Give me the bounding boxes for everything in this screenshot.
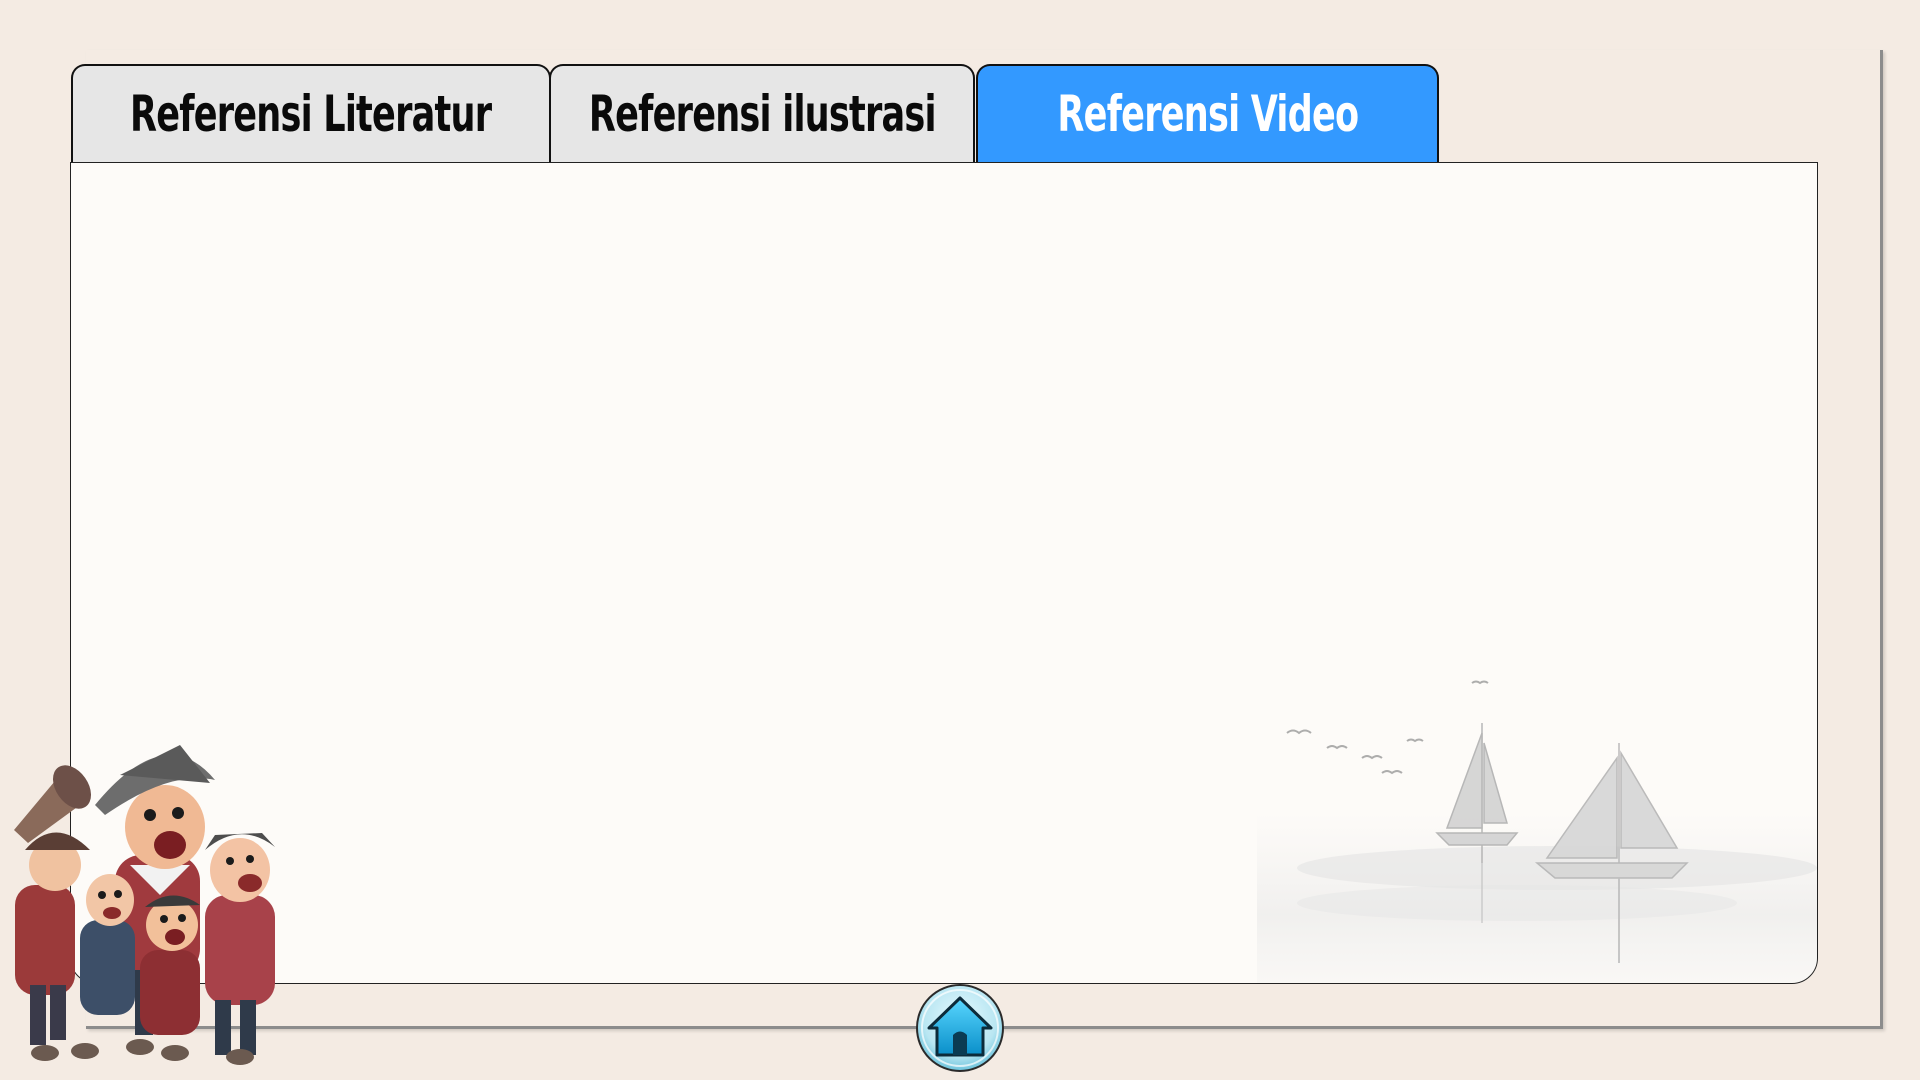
tab-referensi-video[interactable]: Referensi Video [976, 64, 1439, 162]
sailboats-illustration [1257, 680, 1817, 983]
tab-label: Referensi ilustrasi [588, 85, 937, 143]
content-panel [70, 162, 1818, 984]
tab-referensi-literatur[interactable]: Referensi Literatur [71, 64, 551, 162]
tab-label: Referensi Literatur [130, 85, 492, 143]
home-button[interactable] [915, 983, 1005, 1073]
tab-referensi-ilustrasi[interactable]: Referensi ilustrasi [549, 64, 975, 162]
megaphone-icon [14, 765, 92, 843]
tab-label: Referensi Video [1057, 85, 1359, 143]
pirate-crew-illustration [14, 745, 275, 1065]
